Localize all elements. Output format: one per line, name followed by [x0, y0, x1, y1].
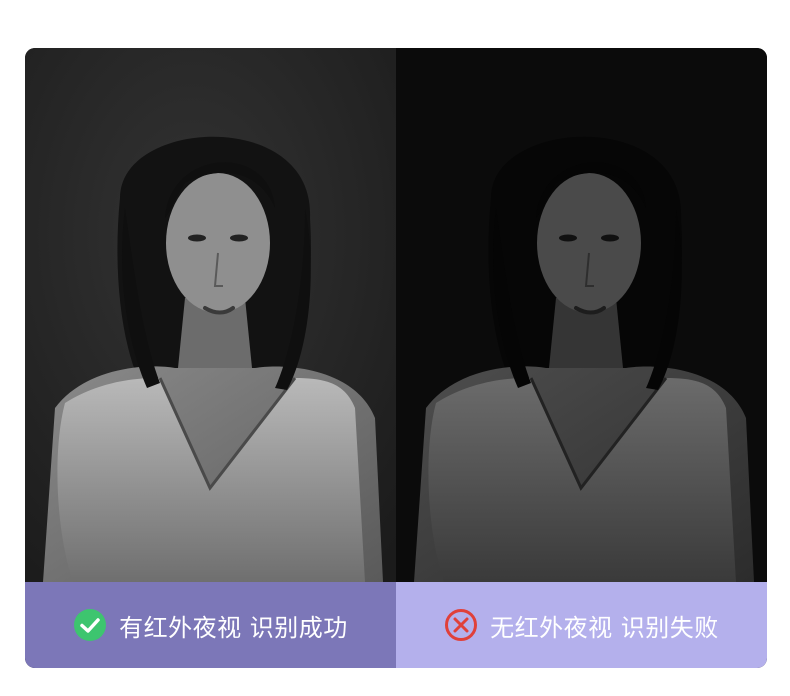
portrait-photo-dark [396, 48, 767, 582]
portrait-photo-bright [25, 48, 396, 582]
check-circle-icon [74, 609, 107, 641]
comparison-card: 有红外夜视 识别成功 无红外夜视 识别失败 [25, 48, 767, 668]
status-bar-success: 有红外夜视 识别成功 [25, 582, 396, 668]
failure-caption: 无红外夜视 识别失败 [490, 613, 719, 642]
panel-without-infrared: 无红外夜视 识别失败 [396, 48, 767, 668]
x-circle-icon [445, 609, 478, 641]
panel-with-infrared: 有红外夜视 识别成功 [25, 48, 396, 668]
status-bar-failure: 无红外夜视 识别失败 [396, 582, 767, 668]
success-caption: 有红外夜视 识别成功 [119, 613, 348, 642]
